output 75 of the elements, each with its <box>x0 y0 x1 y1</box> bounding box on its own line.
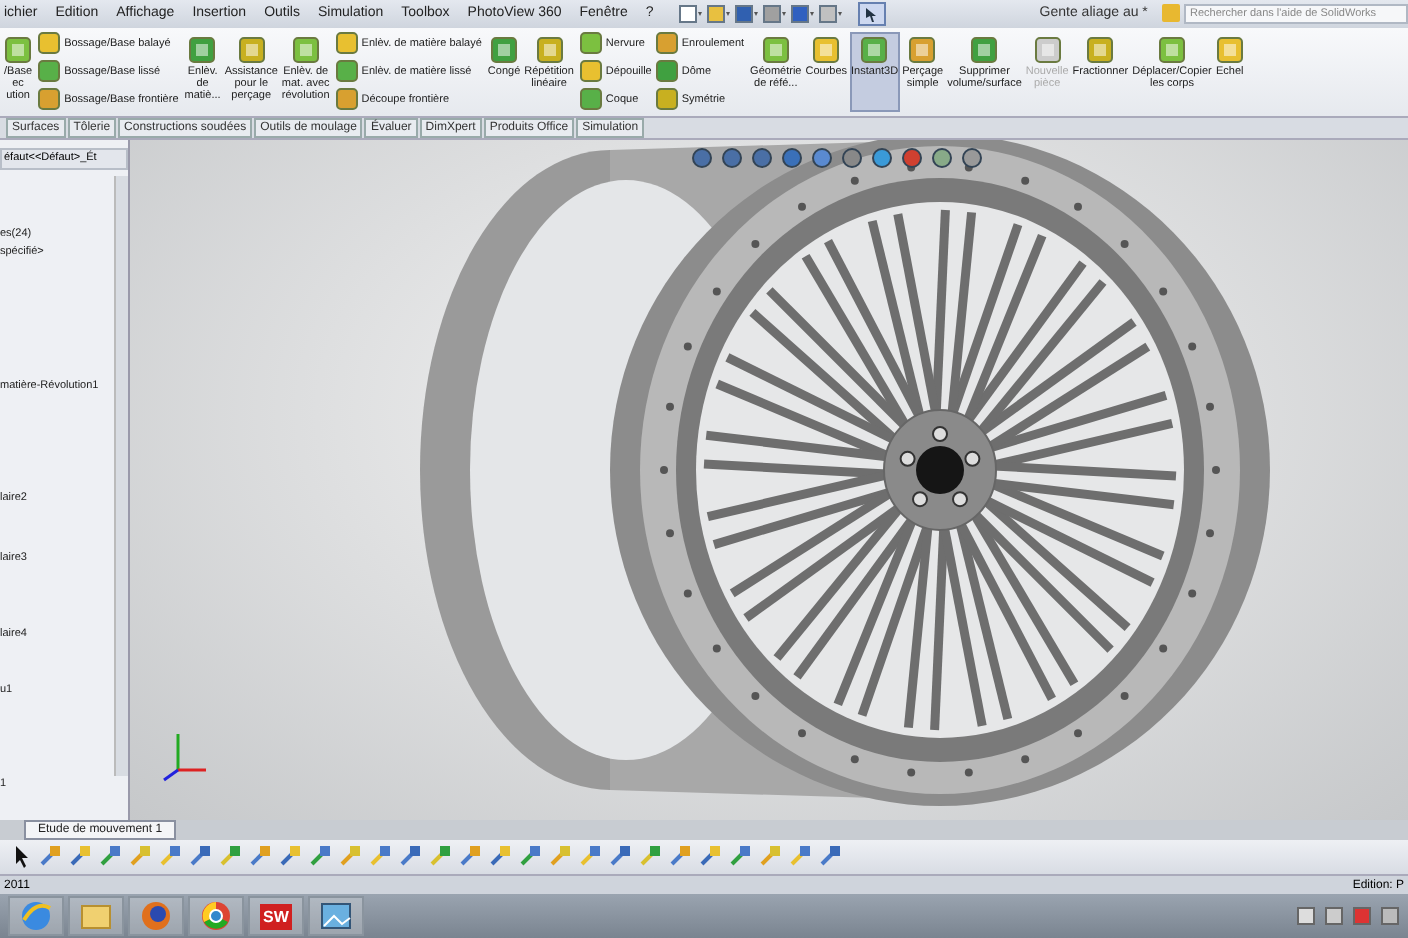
feature-icon <box>579 60 602 83</box>
feature-icon <box>4 35 33 64</box>
motion-tool-icon[interactable] <box>518 844 542 869</box>
toolbar-icon[interactable] <box>705 3 730 24</box>
feature-icon <box>860 35 889 64</box>
motion-tool-icon[interactable] <box>698 844 722 869</box>
axis-triad-icon <box>163 733 206 782</box>
feature-icon <box>188 35 217 64</box>
feature-icon <box>38 88 61 111</box>
feature-icon <box>291 35 320 64</box>
motion-tool-icon[interactable] <box>818 844 842 869</box>
feature-icon <box>1086 35 1115 64</box>
feature-icon <box>335 88 358 111</box>
motion-tool-icon[interactable] <box>488 844 512 869</box>
feature-icon <box>237 35 266 64</box>
motion-tool-icon[interactable] <box>338 844 362 869</box>
feature-icon <box>490 35 519 64</box>
feature-icon <box>579 88 602 111</box>
taskbar-button[interactable]: SW <box>248 896 304 937</box>
feature-icon <box>38 32 61 55</box>
app-logo: SW <box>259 903 293 930</box>
feature-icon <box>335 60 358 83</box>
motion-tool-icon[interactable] <box>188 844 212 869</box>
feature-icon <box>1033 35 1062 64</box>
select-icon[interactable] <box>857 1 886 26</box>
motion-tool-icon[interactable] <box>248 844 272 869</box>
toolbar-icon[interactable] <box>677 3 702 24</box>
motion-tool-icon[interactable] <box>788 844 812 869</box>
taskbar-button[interactable] <box>188 896 244 937</box>
feature-icon <box>1157 35 1186 64</box>
feature-icon <box>970 35 999 64</box>
motion-tool-icon[interactable] <box>278 844 302 869</box>
toolbar-icon[interactable] <box>789 3 814 24</box>
taskbar-button[interactable] <box>308 896 364 937</box>
feature-icon <box>655 32 678 55</box>
feature-icon <box>761 35 790 64</box>
motion-tool-icon[interactable] <box>638 844 662 869</box>
scrollbar[interactable] <box>114 175 128 776</box>
motion-tool-icon[interactable] <box>728 844 752 869</box>
tray-icon[interactable] <box>1380 906 1400 927</box>
feature-icon <box>812 35 841 64</box>
feature-icon <box>908 35 937 64</box>
motion-tool-icon[interactable] <box>668 844 692 869</box>
feature-icon <box>579 32 602 55</box>
motion-tool-icon[interactable] <box>308 844 332 869</box>
motion-tool-icon[interactable] <box>458 844 482 869</box>
pointer-icon[interactable] <box>12 844 32 869</box>
motion-tool-icon[interactable] <box>368 844 392 869</box>
motion-tool-icon[interactable] <box>158 844 182 869</box>
help-icon <box>1162 4 1180 23</box>
feature-icon <box>1215 35 1244 64</box>
tray-icon[interactable] <box>1352 906 1372 927</box>
feature-icon <box>535 35 564 64</box>
toolbar-icon[interactable] <box>733 3 758 24</box>
motion-tool-icon[interactable] <box>218 844 242 869</box>
feature-icon <box>38 60 61 83</box>
wheel-hub-drawing <box>883 408 997 531</box>
motion-tool-icon[interactable] <box>98 844 122 869</box>
motion-tool-icon[interactable] <box>548 844 572 869</box>
toolbar-icon[interactable] <box>817 3 842 24</box>
motion-tool-icon[interactable] <box>578 844 602 869</box>
tray-icon[interactable] <box>1296 906 1316 927</box>
motion-tool-icon[interactable] <box>428 844 452 869</box>
taskbar-button[interactable] <box>128 896 184 937</box>
toolbar-icon[interactable] <box>761 3 786 24</box>
motion-tool-icon[interactable] <box>68 844 92 869</box>
motion-tool-icon[interactable] <box>38 844 62 869</box>
feature-icon <box>655 88 678 111</box>
feature-icon <box>335 32 358 55</box>
motion-tool-icon[interactable] <box>128 844 152 869</box>
motion-tool-icon[interactable] <box>608 844 632 869</box>
motion-tool-icon[interactable] <box>758 844 782 869</box>
tray-icon[interactable] <box>1324 906 1344 927</box>
feature-icon <box>655 60 678 83</box>
motion-tool-icon[interactable] <box>398 844 422 869</box>
